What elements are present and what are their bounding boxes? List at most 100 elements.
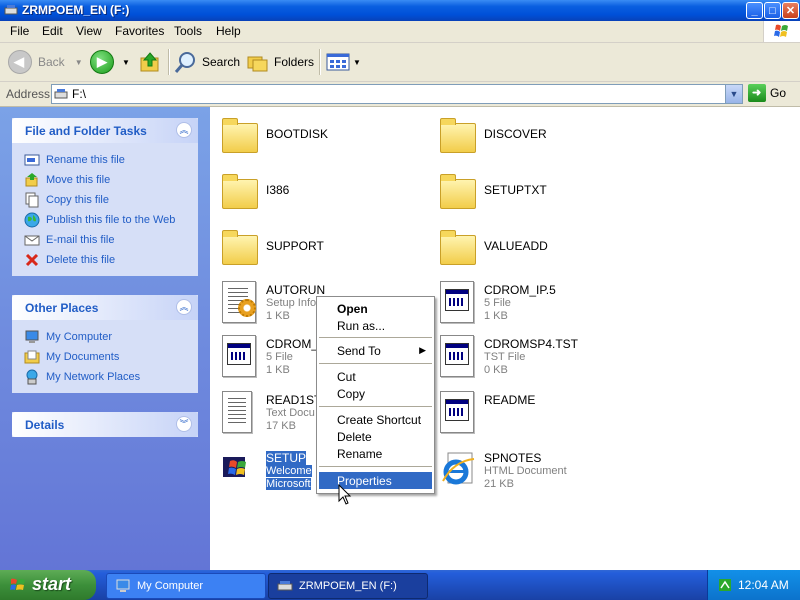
place-my-documents[interactable]: My Documents <box>24 347 198 367</box>
context-menu-create-shortcut[interactable]: Create Shortcut <box>319 411 432 428</box>
rename-icon <box>24 154 40 166</box>
folder-item[interactable]: BOOTDISK <box>218 115 438 163</box>
up-folder-icon <box>140 52 159 72</box>
context-menu-rename[interactable]: Rename <box>319 445 432 462</box>
address-dropdown-button[interactable]: ▼ <box>725 85 742 103</box>
dropdown-arrow-icon: ▼ <box>122 57 130 67</box>
folder-item[interactable]: VALUEADD <box>436 227 656 275</box>
folder-item[interactable]: DISCOVER <box>436 115 656 163</box>
go-button[interactable]: ➜ Go <box>748 84 786 102</box>
folder-item[interactable]: SETUPTXT <box>436 171 656 219</box>
context-menu-properties[interactable]: Properties <box>319 472 432 489</box>
windows-logo-icon <box>10 578 25 590</box>
menu-file[interactable]: File <box>10 24 29 38</box>
taskbar-my-computer[interactable]: My Computer <box>106 573 266 599</box>
expand-chevron-icon[interactable]: ︾ <box>176 416 192 432</box>
drive-icon <box>277 581 293 591</box>
windows-logo-icon <box>763 21 800 42</box>
context-menu-copy[interactable]: Copy <box>319 385 432 402</box>
generic-file-icon <box>436 335 476 377</box>
dropdown-arrow-icon: ▼ <box>74 57 83 67</box>
file-item[interactable]: SPNOTES HTML Document 21 KB <box>436 449 656 497</box>
html-document-icon <box>436 449 476 489</box>
file-folder-tasks-panel: File and Folder Tasks ︽ Rename this file… <box>12 118 198 276</box>
minimize-button[interactable]: _ <box>746 2 763 19</box>
views-button[interactable]: ▼ <box>326 48 361 76</box>
task-email-file[interactable]: E-mail this file <box>24 230 198 250</box>
address-value: F:\ <box>72 87 86 101</box>
drive-icon <box>54 89 68 99</box>
context-menu-delete[interactable]: Delete <box>319 428 432 445</box>
go-arrow-icon: ➜ <box>748 84 766 102</box>
move-icon <box>25 173 38 187</box>
documents-icon <box>24 350 40 364</box>
generic-file-icon <box>436 391 476 433</box>
title-bar[interactable]: ZRMPOEM_EN (F:) _ □ ✕ <box>0 0 800 21</box>
other-places-header[interactable]: Other Places ︽ <box>12 295 198 320</box>
menu-favorites[interactable]: Favorites <box>115 24 164 38</box>
system-tray: 12:04 AM <box>707 570 800 600</box>
task-publish-web[interactable]: Publish this file to the Web <box>24 210 198 230</box>
forward-arrow-icon: ▶ <box>90 50 114 74</box>
task-delete-file[interactable]: Delete this file <box>24 250 198 270</box>
file-item[interactable]: README <box>436 391 656 439</box>
views-icon <box>326 53 350 71</box>
up-folder-button[interactable] <box>138 48 162 76</box>
folders-icon <box>247 56 268 72</box>
address-label: Address <box>6 87 51 101</box>
back-button[interactable]: ◀ Back ▼ <box>8 48 83 76</box>
forward-button[interactable]: ▶ ▼ <box>90 48 130 76</box>
menu-view[interactable]: View <box>76 24 102 38</box>
menu-tools[interactable]: Tools <box>174 24 202 38</box>
place-my-computer[interactable]: My Computer <box>24 327 198 347</box>
network-tray-icon[interactable] <box>718 578 732 592</box>
context-menu-run-as[interactable]: Run as... <box>319 317 432 334</box>
menu-edit[interactable]: Edit <box>42 24 63 38</box>
search-button[interactable]: Search <box>174 48 240 76</box>
setup-info-icon <box>218 281 258 323</box>
folder-item[interactable]: I386 <box>218 171 438 219</box>
folder-icon <box>218 227 258 267</box>
taskbar-zrmpoem-drive[interactable]: ZRMPOEM_EN (F:) <box>268 573 428 599</box>
search-icon <box>174 52 195 73</box>
folder-icon <box>218 115 258 155</box>
network-icon <box>26 369 38 385</box>
file-list: BOOTDISK DISCOVER I386 SETUPTXT SUPPORT … <box>210 107 800 570</box>
close-button[interactable]: ✕ <box>782 2 799 19</box>
file-folder-tasks-header[interactable]: File and Folder Tasks ︽ <box>12 118 198 143</box>
maximize-button[interactable]: □ <box>764 2 781 19</box>
dropdown-arrow-icon: ▼ <box>353 57 361 67</box>
submenu-arrow-icon: ▶ <box>419 345 426 355</box>
copy-icon <box>25 192 39 208</box>
delete-icon <box>25 253 39 267</box>
window-title: ZRMPOEM_EN (F:) <box>22 3 130 17</box>
context-menu: Open Run as... Send To ▶ Cut Copy Create … <box>316 296 435 494</box>
file-item[interactable]: CDROMSP4.TST TST File 0 KB <box>436 335 656 383</box>
context-menu-cut[interactable]: Cut <box>319 368 432 385</box>
email-icon <box>24 235 40 246</box>
details-header[interactable]: Details ︾ <box>12 412 198 437</box>
task-copy-file[interactable]: Copy this file <box>24 190 198 210</box>
task-rename-file[interactable]: Rename this file <box>24 150 198 170</box>
back-arrow-icon: ◀ <box>8 50 32 74</box>
details-panel: Details ︾ <box>12 412 198 437</box>
clock: 12:04 AM <box>738 578 789 592</box>
web-icon <box>24 212 40 228</box>
menu-help[interactable]: Help <box>216 24 241 38</box>
folder-icon <box>436 115 476 155</box>
folders-button[interactable]: Folders <box>246 48 314 76</box>
file-item[interactable]: CDROM_IP.5 5 File 1 KB <box>436 281 656 329</box>
computer-icon <box>116 579 130 592</box>
context-menu-open[interactable]: Open <box>319 300 432 317</box>
collapse-chevron-icon[interactable]: ︽ <box>176 299 192 315</box>
task-pane: File and Folder Tasks ︽ Rename this file… <box>0 107 210 570</box>
folder-icon <box>218 171 258 211</box>
collapse-chevron-icon[interactable]: ︽ <box>176 122 192 138</box>
task-move-file[interactable]: Move this file <box>24 170 198 190</box>
folder-item[interactable]: SUPPORT <box>218 227 438 275</box>
place-my-network-places[interactable]: My Network Places <box>24 367 198 387</box>
context-menu-send-to[interactable]: Send To ▶ <box>319 342 432 359</box>
start-button[interactable]: start <box>0 570 96 600</box>
drive-icon <box>4 5 18 15</box>
address-input[interactable]: F:\ ▼ <box>51 84 743 104</box>
